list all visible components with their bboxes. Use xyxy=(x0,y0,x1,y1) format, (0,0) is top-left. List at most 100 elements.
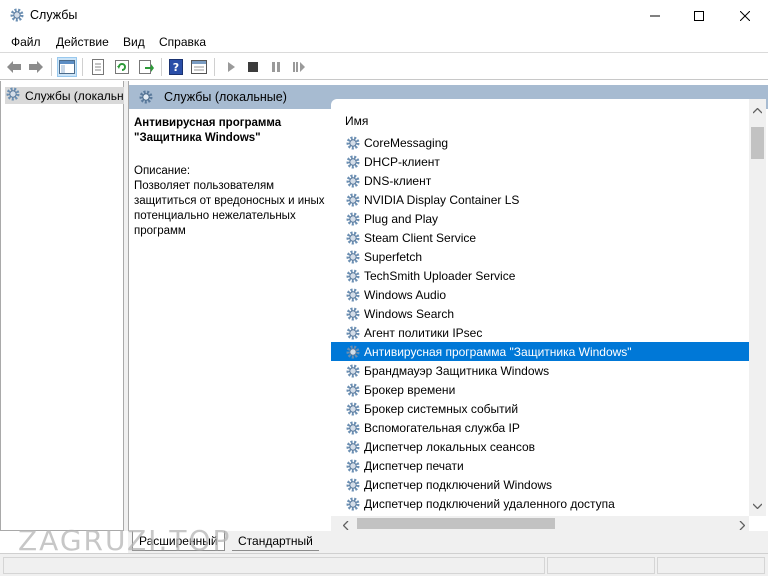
gear-icon xyxy=(138,89,154,108)
gear-icon xyxy=(345,154,361,170)
service-row[interactable]: NVIDIA Display Container LS xyxy=(331,190,749,209)
service-row[interactable]: Диспетчер подключений Windows xyxy=(331,475,749,494)
service-name: Брокер системных событий xyxy=(364,401,519,416)
service-row[interactable]: Plug and Play xyxy=(331,209,749,228)
column-header-name[interactable]: Имя xyxy=(345,114,368,128)
service-row[interactable]: DNS-клиент xyxy=(331,171,749,190)
service-row[interactable]: Агент политики IPsec xyxy=(331,323,749,342)
gear-icon xyxy=(345,173,361,189)
gear-icon xyxy=(345,458,361,474)
gear-icon xyxy=(345,211,361,227)
view-tabs: Расширенный Стандартный xyxy=(128,531,768,553)
services-gear-icon xyxy=(9,7,25,23)
service-row[interactable]: TechSmith Uploader Service xyxy=(331,266,749,285)
window-title: Службы xyxy=(30,8,78,22)
service-row[interactable]: Брокер времени xyxy=(331,380,749,399)
close-button[interactable] xyxy=(722,0,768,31)
service-row[interactable]: DHCP-клиент xyxy=(331,152,749,171)
service-row[interactable]: Windows Audio xyxy=(331,285,749,304)
gear-icon xyxy=(5,87,21,104)
tree-item-local-services[interactable]: Службы (локальные) xyxy=(5,87,125,104)
service-name: Superfetch xyxy=(364,249,423,264)
service-row[interactable]: Брокер системных событий xyxy=(331,399,749,418)
tab-extended[interactable]: Расширенный xyxy=(132,531,225,551)
gear-icon xyxy=(345,363,361,379)
services-rows: CoreMessaging DHCP-клиент DNS-клиент NVIDIA… xyxy=(331,133,749,513)
resume-icon[interactable] xyxy=(289,57,309,77)
toolbar-separator xyxy=(161,58,162,76)
description-text: Позволяет пользователям защититься от вр… xyxy=(134,180,325,237)
gear-icon xyxy=(345,135,361,151)
menu-file[interactable]: Файл xyxy=(11,34,41,50)
minimize-button[interactable] xyxy=(632,0,678,31)
service-name: Диспетчер подключений удаленного доступа xyxy=(364,496,615,511)
service-name: Steam Client Service xyxy=(364,230,477,245)
service-row[interactable]: Брандмауэр Защитника Windows xyxy=(331,361,749,380)
service-row[interactable]: Диспетчер подключений удаленного доступа xyxy=(331,494,749,513)
scroll-up-icon[interactable] xyxy=(752,103,763,117)
svg-text:?: ? xyxy=(173,61,179,74)
service-row[interactable]: Антивирусная программа "Защитника Window… xyxy=(331,342,749,361)
service-name: Антивирусная программа "Защитника Window… xyxy=(364,344,632,359)
toolbar-separator xyxy=(51,58,52,76)
show-tree-icon[interactable] xyxy=(57,57,77,77)
pane-header-title: Службы (локальные) xyxy=(164,90,287,104)
gear-icon xyxy=(345,439,361,455)
service-row[interactable]: Superfetch xyxy=(331,247,749,266)
service-name: Брокер времени xyxy=(364,382,456,397)
status-segment xyxy=(657,557,765,574)
gear-icon xyxy=(345,344,361,360)
vertical-scrollbar[interactable] xyxy=(749,99,766,516)
title-bar: Службы xyxy=(0,0,768,31)
toolbar: ? xyxy=(0,53,768,80)
status-bar xyxy=(0,553,768,576)
export-icon[interactable] xyxy=(136,57,156,77)
service-name: Брандмауэр Защитника Windows xyxy=(364,363,550,378)
scroll-down-icon[interactable] xyxy=(752,498,763,512)
service-name: Вспомогательная служба IP xyxy=(364,420,520,435)
menu-view[interactable]: Вид xyxy=(123,34,145,50)
status-segment xyxy=(547,557,655,574)
gear-icon xyxy=(345,325,361,341)
stop-icon[interactable] xyxy=(243,57,263,77)
menu-action[interactable]: Действие xyxy=(56,34,109,50)
horizontal-scroll-thumb[interactable] xyxy=(357,518,555,529)
gear-icon xyxy=(345,268,361,284)
service-row[interactable]: Диспетчер печати xyxy=(331,456,749,475)
description-label: Описание: xyxy=(134,165,191,177)
gear-icon xyxy=(345,287,361,303)
service-name: Агент политики IPsec xyxy=(364,325,483,340)
vertical-scroll-thumb[interactable] xyxy=(751,127,764,159)
service-row[interactable]: Вспомогательная служба IP xyxy=(331,418,749,437)
tab-standard[interactable]: Стандартный xyxy=(232,531,319,551)
service-description-panel: Антивирусная программа "Защитника Window… xyxy=(134,116,334,239)
service-name: Диспетчер печати xyxy=(364,458,464,473)
gear-icon xyxy=(345,401,361,417)
service-name: DHCP-клиент xyxy=(364,154,440,169)
selected-service-name: Антивирусная программа "Защитника Window… xyxy=(134,117,282,144)
service-row[interactable]: Диспетчер локальных сеансов xyxy=(331,437,749,456)
menu-help[interactable]: Справка xyxy=(159,34,206,50)
back-icon[interactable] xyxy=(4,57,24,77)
pause-icon[interactable] xyxy=(266,57,286,77)
gear-icon xyxy=(345,477,361,493)
help-icon[interactable]: ? xyxy=(166,57,186,77)
status-segment xyxy=(3,557,545,574)
menu-bar: Файл Действие Вид Справка xyxy=(0,31,768,53)
service-row[interactable]: Windows Search xyxy=(331,304,749,323)
service-name: CoreMessaging xyxy=(364,135,449,150)
toolbar-separator xyxy=(214,58,215,76)
properties-icon[interactable] xyxy=(88,57,108,77)
console-tree: Службы (локальные) xyxy=(0,81,125,531)
play-icon[interactable] xyxy=(221,57,241,77)
forward-icon[interactable] xyxy=(26,57,46,77)
maximize-button[interactable] xyxy=(676,0,722,31)
service-name: Plug and Play xyxy=(364,211,439,226)
refresh-icon[interactable] xyxy=(112,57,132,77)
service-name: Диспетчер подключений Windows xyxy=(364,477,553,492)
gear-icon xyxy=(345,306,361,322)
service-row[interactable]: CoreMessaging xyxy=(331,133,749,152)
console-icon[interactable] xyxy=(189,57,209,77)
service-row[interactable]: Steam Client Service xyxy=(331,228,749,247)
horizontal-scrollbar[interactable] xyxy=(331,516,749,531)
